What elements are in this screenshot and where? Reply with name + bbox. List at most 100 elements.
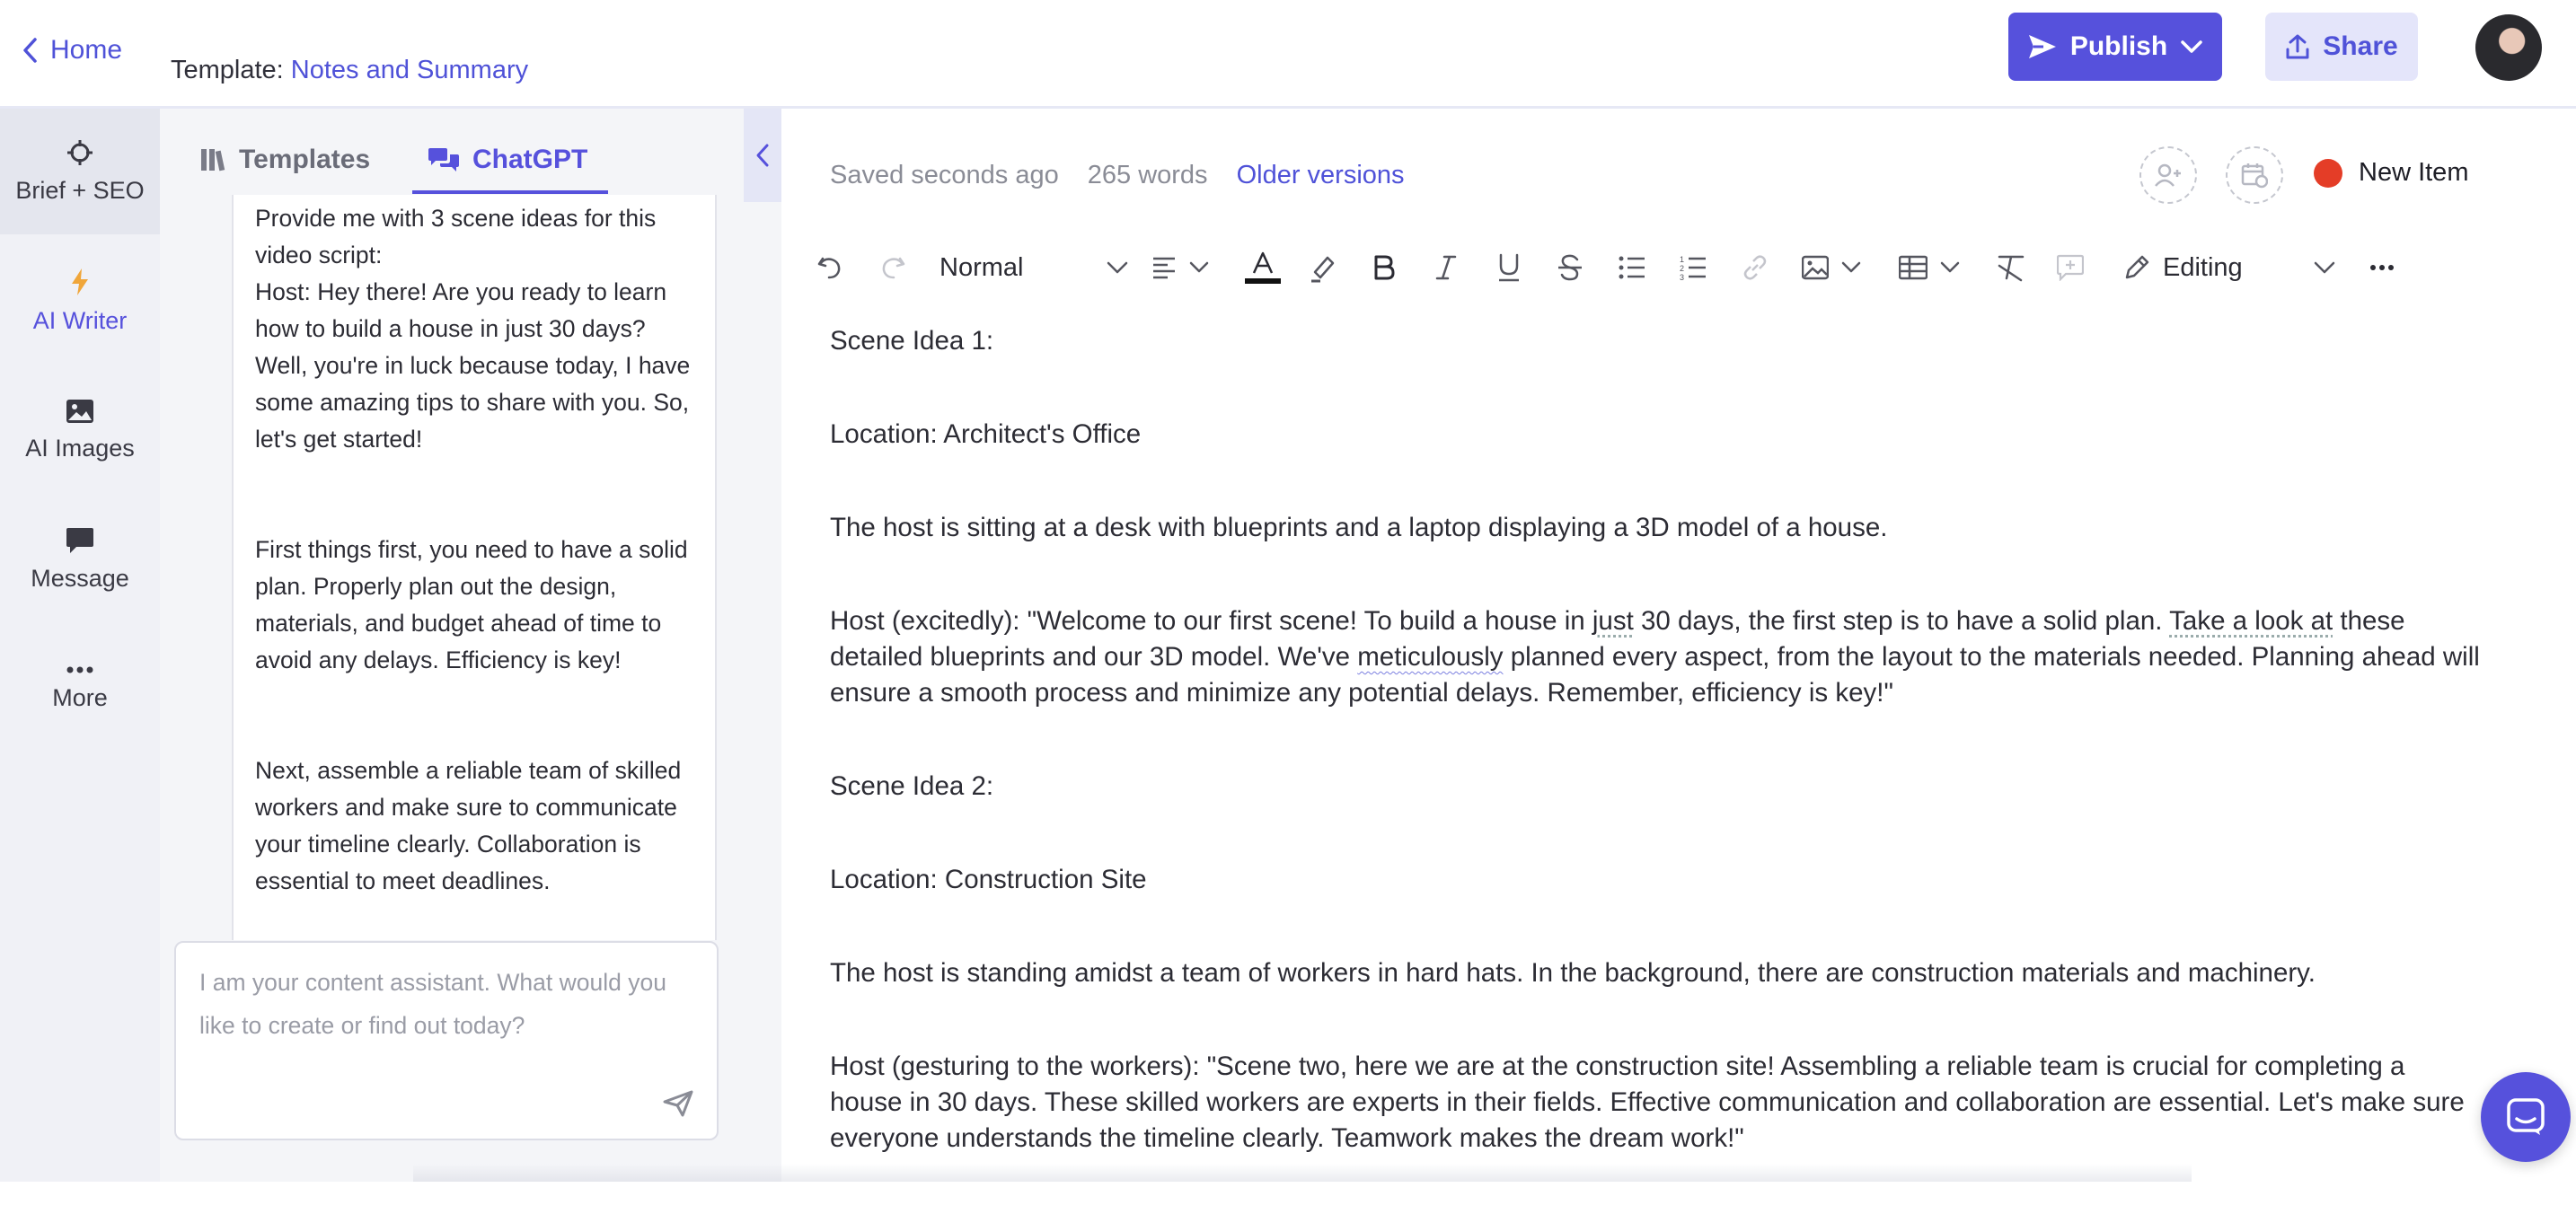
bold-icon[interactable]	[1372, 242, 1396, 293]
collapse-panel-button[interactable]	[744, 109, 781, 202]
chat-icon	[2506, 1097, 2545, 1137]
word-count: 265 words	[1088, 161, 1208, 190]
strikethrough-icon[interactable]	[1557, 242, 1583, 293]
text-run: Host (excitedly): "Welcome to our first …	[830, 606, 1592, 636]
send-message-icon[interactable]	[663, 1090, 693, 1117]
numbered-list-icon[interactable]: 123	[1680, 242, 1707, 293]
text-style-select[interactable]: Normal	[940, 242, 1128, 293]
home-label: Home	[50, 35, 122, 66]
doc-paragraph: Scene Idea 2:	[830, 769, 2483, 805]
add-comment-icon[interactable]	[2057, 242, 2084, 293]
svg-text:3: 3	[1680, 273, 1684, 281]
chat-bubbles-icon	[428, 146, 460, 173]
schedule-button[interactable]	[2226, 146, 2283, 204]
align-left-icon	[1151, 256, 1177, 279]
doc-paragraph: The host is standing amidst a team of wo…	[830, 955, 2483, 991]
status-selector[interactable]: New Item	[2314, 158, 2468, 188]
status-dot	[2314, 159, 2342, 188]
share-label: Share	[2323, 31, 2397, 62]
nav-label: Brief + SEO	[15, 177, 144, 205]
doc-paragraph: Location: Architect's Office	[830, 417, 2483, 453]
tab-chatgpt[interactable]: ChatGPT	[428, 139, 587, 180]
user-avatar[interactable]	[2475, 14, 2542, 81]
nav-label: Message	[31, 565, 129, 593]
pencil-icon	[2123, 254, 2150, 281]
chat-message-body: Next, assemble a reliable team of skille…	[234, 752, 715, 900]
chevron-left-icon	[22, 37, 38, 64]
nav-item-ai-images[interactable]: AI Images	[0, 367, 160, 493]
status-label: New Item	[2359, 158, 2468, 188]
panel-divider	[744, 202, 781, 1182]
highlighter-icon[interactable]	[1308, 242, 1338, 293]
chat-message-body: First things first, you need to have a s…	[234, 532, 715, 679]
nav-label: AI Images	[25, 435, 135, 462]
italic-icon[interactable]	[1435, 242, 1457, 293]
nav-label: AI Writer	[33, 307, 128, 335]
upload-icon	[2285, 33, 2310, 60]
doc-paragraph: Host (gesturing to the workers): "Scene …	[830, 1049, 2483, 1157]
scroll-shadow	[413, 1164, 2192, 1182]
chat-tabs: Templates ChatGPT	[160, 109, 744, 195]
nav-item-more[interactable]: More	[0, 626, 160, 752]
publish-button[interactable]: Publish	[2008, 13, 2222, 81]
insert-table-select[interactable]	[1899, 242, 1960, 293]
redo-icon[interactable]	[878, 242, 907, 293]
calendar-icon	[2241, 162, 2268, 189]
clear-formatting-icon[interactable]	[1996, 242, 2026, 293]
spelling-suggestion[interactable]: meticulously	[1357, 642, 1503, 672]
add-collaborator-button[interactable]	[2139, 146, 2197, 204]
chat-messages[interactable]: Provide me with 3 scene ideas for this v…	[232, 195, 717, 940]
document-body[interactable]: Scene Idea 1: Location: Architect's Offi…	[830, 323, 2483, 1214]
nav-item-brief-seo[interactable]: Brief + SEO	[0, 109, 160, 234]
chevron-down-icon[interactable]	[2314, 242, 2335, 293]
bullet-list-icon[interactable]	[1619, 242, 1645, 293]
chat-input[interactable]	[198, 959, 695, 1079]
home-link[interactable]: Home	[22, 31, 122, 70]
insert-image-select[interactable]	[1802, 242, 1861, 293]
publish-label: Publish	[2070, 31, 2167, 62]
grammar-suggestion[interactable]: Take a look at	[2169, 606, 2333, 636]
link-icon[interactable]	[1741, 242, 1769, 293]
nav-label: More	[52, 684, 108, 712]
library-icon	[199, 146, 226, 173]
message-icon	[66, 527, 94, 554]
text-run: 30 days, the first step is to have a sol…	[1634, 606, 2169, 636]
undo-icon[interactable]	[816, 242, 844, 293]
editing-mode-value: Editing	[2163, 253, 2243, 283]
left-nav: Brief + SEO AI Writer AI Images Message …	[0, 109, 160, 1182]
chat-input-box	[174, 941, 719, 1140]
chat-message-prompt: Provide me with 3 scene ideas for this v…	[234, 200, 715, 274]
chevron-down-icon	[1189, 261, 1209, 274]
lightning-icon	[69, 268, 91, 296]
chevron-down-icon[interactable]	[2180, 40, 2203, 54]
template-name[interactable]: Notes and Summary	[291, 56, 528, 84]
chevron-down-icon	[1841, 261, 1861, 274]
crosshair-icon	[66, 139, 93, 166]
share-button[interactable]: Share	[2265, 13, 2418, 81]
tab-label: ChatGPT	[472, 145, 587, 175]
older-versions-link[interactable]: Older versions	[1237, 161, 1405, 190]
underline-icon[interactable]	[1496, 242, 1522, 293]
doc-paragraph: The host is sitting at a desk with bluep…	[830, 510, 2483, 546]
align-select[interactable]	[1151, 242, 1209, 293]
nav-item-ai-writer[interactable]: AI Writer	[0, 238, 160, 364]
help-chat-button[interactable]	[2481, 1072, 2571, 1162]
chevron-down-icon	[1940, 261, 1960, 274]
active-tab-indicator	[412, 190, 608, 194]
saved-status: Saved seconds ago	[830, 161, 1059, 190]
more-dots-icon	[66, 666, 93, 673]
text-color-icon[interactable]	[1245, 242, 1281, 293]
grammar-suggestion[interactable]: just	[1592, 606, 1634, 636]
template-indicator: Template: Notes and Summary	[171, 56, 528, 85]
nav-item-message[interactable]: Message	[0, 497, 160, 622]
image-icon	[1802, 255, 1829, 280]
chevron-down-icon	[1107, 261, 1128, 274]
image-icon	[66, 399, 94, 424]
more-options-icon[interactable]	[2369, 242, 2395, 293]
template-prefix: Template:	[171, 56, 284, 84]
chevron-left-icon	[755, 143, 770, 168]
send-icon	[2027, 33, 2058, 60]
tab-templates[interactable]: Templates	[199, 139, 370, 180]
add-user-icon	[2154, 163, 2183, 188]
doc-paragraph: Location: Construction Site	[830, 862, 2483, 898]
